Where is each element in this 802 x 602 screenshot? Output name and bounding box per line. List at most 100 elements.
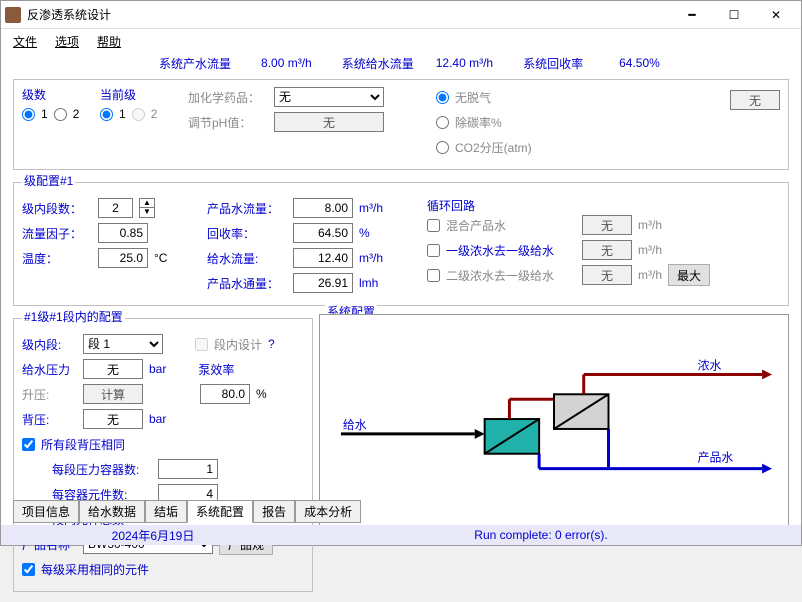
sys-feedflow-label: 系统给水流量 xyxy=(342,55,414,72)
deco2-label: 除碳率% xyxy=(455,114,502,131)
flowfactor-input[interactable] xyxy=(98,223,148,243)
current-1-label: 1 xyxy=(119,107,126,121)
conc2-cb[interactable] xyxy=(427,269,440,282)
degas-value[interactable] xyxy=(730,90,780,110)
passes-1-label: 1 xyxy=(41,107,48,121)
current-pass-label: 当前级 xyxy=(100,86,170,103)
blend-unit: m³/h xyxy=(638,218,662,232)
feedp-label: 给水压力 xyxy=(22,361,77,378)
menu-options[interactable]: 选项 xyxy=(55,33,79,50)
design-cb[interactable] xyxy=(195,338,208,351)
sys-permflow-value: 8.00 m³/h xyxy=(261,56,312,70)
app-icon xyxy=(5,7,21,23)
passes-count-label: 级数 xyxy=(22,86,82,103)
feedflow-input[interactable] xyxy=(293,248,353,268)
ph-input[interactable] xyxy=(274,112,384,132)
recovery-input[interactable] xyxy=(293,223,353,243)
minimize-button[interactable]: ━ xyxy=(671,1,713,29)
samebp-label: 所有段背压相同 xyxy=(41,436,125,453)
diagram-conc-label: 浓水 xyxy=(698,359,722,373)
flowfactor-label: 流量因子： xyxy=(22,225,92,242)
degas-label: 无脱气 xyxy=(455,89,491,106)
stage-label: 级内段: xyxy=(22,336,77,353)
backp-input[interactable] xyxy=(83,409,143,429)
pv-label: 每段压力容器数: xyxy=(22,461,152,478)
temp-unit: °C xyxy=(154,251,167,265)
backp-unit: bar xyxy=(149,412,166,426)
recovery-label: 回收率： xyxy=(207,225,287,242)
max-button[interactable]: 最大 xyxy=(668,264,710,286)
boost-input[interactable] xyxy=(83,384,143,404)
conc1-cb[interactable] xyxy=(427,244,440,257)
tab-report[interactable]: 报告 xyxy=(253,500,295,523)
menu-help[interactable]: 帮助 xyxy=(97,33,121,50)
feedp-input[interactable] xyxy=(83,359,143,379)
maximize-button[interactable]: ☐ xyxy=(713,1,755,29)
sys-recovery-label: 系统回收率 xyxy=(523,55,583,72)
feedp-unit: bar xyxy=(149,362,166,376)
conc2-label: 二级浓水去一级给水 xyxy=(446,267,576,284)
sys-recovery-value: 64.50% xyxy=(619,56,660,70)
window-title: 反渗透系统设计 xyxy=(27,6,671,23)
boost-pct-input[interactable] xyxy=(200,384,250,404)
flux-input[interactable] xyxy=(293,273,353,293)
design-label: 段内设计 xyxy=(214,336,262,353)
chem-select[interactable]: 无 xyxy=(274,87,384,107)
help-icon[interactable]: ? xyxy=(268,337,275,351)
passcfg-legend: 级配置#1 xyxy=(22,172,75,189)
conc1-label: 一级浓水去一级给水 xyxy=(446,242,576,259)
blend-cb[interactable] xyxy=(427,219,440,232)
stages-down-icon[interactable]: ▼ xyxy=(140,208,154,217)
stages-label: 级内段数： xyxy=(22,200,92,217)
samee-label: 每级采用相同的元件 xyxy=(41,561,149,578)
tab-feed[interactable]: 给水数据 xyxy=(79,500,145,523)
pumpeff-label: 泵效率 xyxy=(198,361,234,378)
boost-label: 升压: xyxy=(22,386,77,403)
status-message: Run complete: 0 error(s). xyxy=(293,528,789,542)
feedflow-unit: m³/h xyxy=(359,251,383,265)
menu-file[interactable]: 文件 xyxy=(13,33,37,50)
status-date: 2024年6月19日 xyxy=(13,527,293,544)
flux-label: 产品水通量： xyxy=(207,275,287,292)
temp-input[interactable] xyxy=(98,248,148,268)
stages-input[interactable] xyxy=(98,198,133,218)
feedflow-label: 给水流量: xyxy=(207,250,287,267)
diagram-feed-label: 给水 xyxy=(343,418,367,432)
sys-feedflow-value: 12.40 m³/h xyxy=(436,56,493,70)
system-diagram: 给水 浓水 产品水 xyxy=(319,314,789,534)
recovery-unit: % xyxy=(359,226,370,240)
blend-input[interactable] xyxy=(582,215,632,235)
permflow-input[interactable] xyxy=(293,198,353,218)
tab-scaling[interactable]: 结垢 xyxy=(145,500,187,523)
current-2-label: 2 xyxy=(151,107,158,121)
diagram-perm-label: 产品水 xyxy=(698,451,734,465)
tab-system[interactable]: 系统配置 xyxy=(187,500,253,523)
conc2-input[interactable] xyxy=(582,265,632,285)
co2p-radio[interactable] xyxy=(436,141,449,154)
deco2-radio[interactable] xyxy=(436,116,449,129)
degas-radio[interactable] xyxy=(436,91,449,104)
stage-select[interactable]: 段 1 xyxy=(83,334,163,354)
passes-2-label: 2 xyxy=(73,107,80,121)
conc1-unit: m³/h xyxy=(638,243,662,257)
conc2-unit: m³/h xyxy=(638,268,662,282)
close-button[interactable]: ✕ xyxy=(755,1,797,29)
conc1-input[interactable] xyxy=(582,240,632,260)
current-2-radio[interactable] xyxy=(132,108,145,121)
passes-2-radio[interactable] xyxy=(54,108,67,121)
pv-input[interactable] xyxy=(158,459,218,479)
passes-1-radio[interactable] xyxy=(22,108,35,121)
chem-label: 加化学药品： xyxy=(188,89,268,106)
stagecfg-legend: #1级#1段内的配置 xyxy=(22,308,125,325)
temp-label: 温度： xyxy=(22,250,92,267)
tab-project[interactable]: 项目信息 xyxy=(13,500,79,523)
backp-label: 背压: xyxy=(22,411,77,428)
samee-cb[interactable] xyxy=(22,563,35,576)
current-1-radio[interactable] xyxy=(100,108,113,121)
samebp-cb[interactable] xyxy=(22,438,35,451)
boost-pct-unit: % xyxy=(256,387,267,401)
flux-unit: lmh xyxy=(359,276,378,290)
ph-label: 调节pH值： xyxy=(188,114,268,131)
co2p-label: CO2分压(atm) xyxy=(455,139,532,156)
tab-cost[interactable]: 成本分析 xyxy=(295,500,361,523)
